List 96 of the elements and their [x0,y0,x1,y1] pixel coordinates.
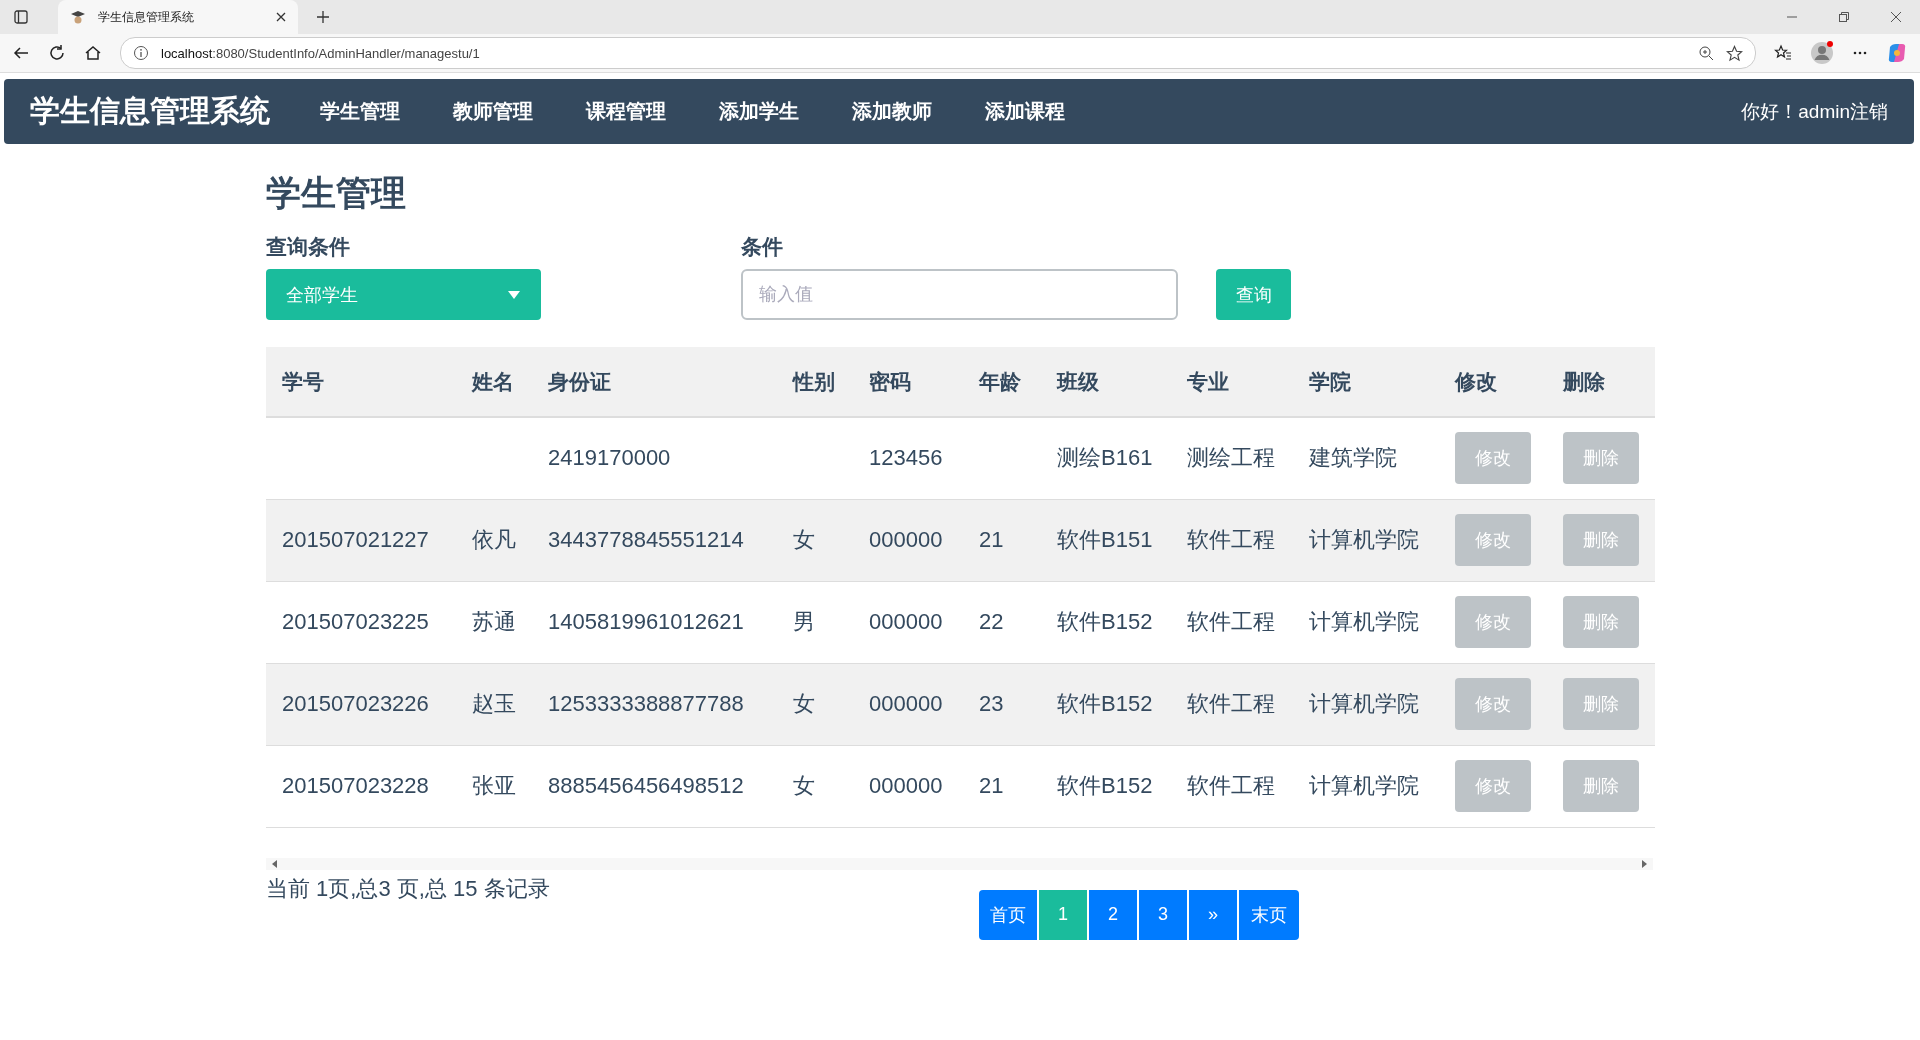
page-link[interactable]: 首页 [979,889,1039,940]
dropdown-caret-icon [507,289,521,300]
table-cell: 依凡 [456,499,532,581]
table-cell: 建筑学院 [1293,417,1439,499]
nav-link[interactable]: 添加课程 [985,98,1065,125]
table-cell: 000000 [853,663,963,745]
table-cell: 3443778845551214 [532,499,777,581]
table-cell: 21 [963,745,1041,827]
table-cell: 张亚 [456,745,532,827]
profile-avatar-icon[interactable] [1810,41,1834,65]
table-cell: 1405819961012621 [532,581,777,663]
table-cell: 软件工程 [1171,499,1293,581]
new-tab-icon[interactable] [316,10,330,24]
page-link[interactable]: 1 [1039,889,1089,940]
table-cell: 计算机学院 [1293,745,1439,827]
table-cell: 软件B152 [1041,745,1171,827]
table-cell: 软件工程 [1171,581,1293,663]
address-bar[interactable]: localhost:8080/StudentInfo/AdminHandler/managestu/1 [120,37,1756,69]
page-link[interactable]: 3 [1139,889,1189,940]
table-cell: 软件B152 [1041,581,1171,663]
table-cell: 21 [963,499,1041,581]
value-input-field[interactable]: 输入值 [741,269,1178,320]
nav-link[interactable]: 教师管理 [453,98,533,125]
copilot-icon[interactable] [1886,42,1908,64]
info-icon [133,45,149,61]
table-cell: 123456 [853,417,963,499]
page-link[interactable]: 2 [1089,889,1139,940]
column-header: 性别 [777,347,853,417]
table-cell: 8885456456498512 [532,745,777,827]
tab-list-icon[interactable] [14,10,28,24]
page-link[interactable]: » [1189,889,1239,940]
graduation-cap-icon [70,9,86,25]
table-cell: 女 [777,663,853,745]
zoom-in-icon[interactable] [1698,45,1714,61]
table-cell: 苏通 [456,581,532,663]
table-cell: 2419170000 [532,417,777,499]
table-cell: 软件B151 [1041,499,1171,581]
table-cell: 测绘B161 [1041,417,1171,499]
table-cell: 201507021227 [266,499,456,581]
column-header: 学号 [266,347,456,417]
table-cell: 计算机学院 [1293,499,1439,581]
table-cell: 软件B152 [1041,663,1171,745]
nav-link[interactable]: 添加学生 [719,98,799,125]
favorites-icon[interactable] [1774,44,1792,62]
browser-tab[interactable]: 学生信息管理系统 [58,0,298,34]
table-cell: 赵玉 [456,663,532,745]
scroll-right-icon[interactable] [1641,859,1647,868]
table-cell: 23 [963,663,1041,745]
nav-link[interactable]: 课程管理 [586,98,666,125]
table-cell: 软件工程 [1171,745,1293,827]
horizontal-scrollbar[interactable] [266,857,1653,870]
page-link[interactable]: 末页 [1239,889,1299,940]
table-cell: 测绘工程 [1171,417,1293,499]
url-text: localhost:8080/StudentInfo/AdminHandler/managestu/1 [161,45,480,61]
column-header: 修改 [1439,347,1547,417]
table-cell: 201507023225 [266,581,456,663]
star-icon[interactable] [1726,44,1743,62]
filter-dropdown[interactable]: 全部学生 [266,269,541,320]
column-header: 身份证 [532,347,777,417]
column-header: 班级 [1041,347,1171,417]
table-cell: 计算机学院 [1293,663,1439,745]
restore-icon[interactable] [1838,11,1850,23]
field-label: 条件 [741,234,784,260]
page-title: 学生管理 [266,172,407,214]
brand-title[interactable]: 学生信息管理系统 [30,91,270,132]
logout-link[interactable]: 注销 [1850,98,1888,125]
column-header: 专业 [1171,347,1293,417]
table-cell: 000000 [853,745,963,827]
greeting-text: 你好！admin [1741,99,1850,124]
table-cell: 女 [777,745,853,827]
close-icon[interactable] [276,12,286,22]
search-button[interactable]: 查询 [1216,269,1291,320]
column-header: 姓名 [456,347,532,417]
column-header: 学院 [1293,347,1439,417]
field-label: 查询条件 [266,234,351,260]
table-cell: 女 [777,499,853,581]
column-header: 年龄 [963,347,1041,417]
table-cell: 软件工程 [1171,663,1293,745]
table-cell: 201507023228 [266,745,456,827]
home-icon[interactable] [84,44,102,62]
column-header: 密码 [853,347,963,417]
tab-title: 学生信息管理系统 [98,8,195,26]
table-cell: 计算机学院 [1293,581,1439,663]
nav-link[interactable]: 学生管理 [320,98,400,125]
table-cell: 男 [777,581,853,663]
table-cell: 201507023226 [266,663,456,745]
record-summary: 当前 1页,总3 页,总 15 条记录 [266,874,551,903]
scroll-left-icon[interactable] [272,859,278,868]
table-cell: 22 [963,581,1041,663]
table-cell: 000000 [853,581,963,663]
table-cell: 1253333388877788 [532,663,777,745]
close-icon[interactable] [1890,11,1902,23]
reload-icon[interactable] [48,44,66,62]
nav-link[interactable]: 添加教师 [852,98,932,125]
table-cell: 000000 [853,499,963,581]
column-header: 删除 [1547,347,1655,417]
